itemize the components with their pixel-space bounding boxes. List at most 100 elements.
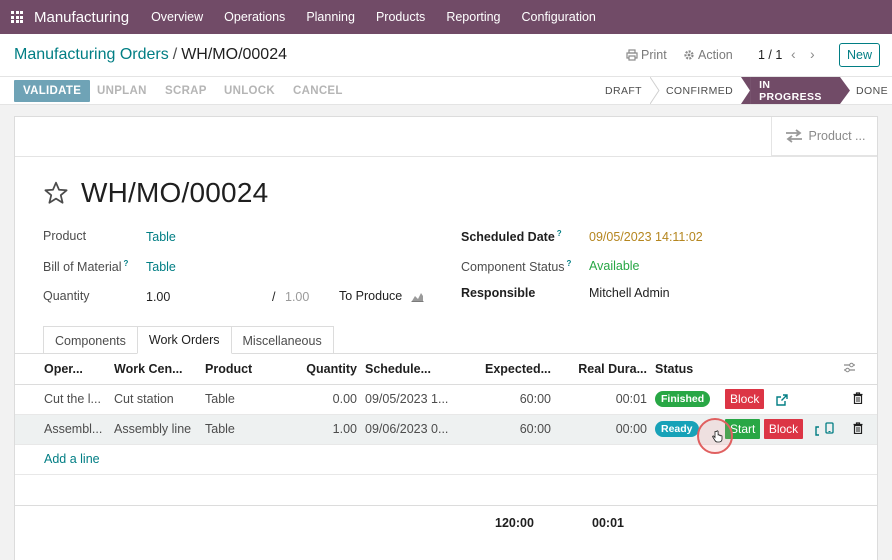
external-link-icon[interactable] xyxy=(776,394,788,406)
pager-next-icon[interactable]: › xyxy=(810,46,815,62)
cell-actions: Block xyxy=(711,384,789,415)
add-line-link[interactable]: Add a line xyxy=(44,452,100,466)
bom-label-text: Bill of Material xyxy=(43,260,122,275)
cell-scheduled[interactable]: 09/05/2023 1... xyxy=(361,384,459,415)
star-icon[interactable] xyxy=(43,180,69,206)
help-tooltip-icon[interactable]: ? xyxy=(557,229,562,238)
scrap-button[interactable]: SCRAP xyxy=(156,80,216,102)
menu-overview[interactable]: Overview xyxy=(151,10,203,24)
apps-menu-icon[interactable] xyxy=(0,0,34,34)
smart-button-label: Product ... xyxy=(808,129,866,143)
notebook-tabs: Components Work Orders Miscellaneous xyxy=(43,326,334,354)
external-link-icon[interactable] xyxy=(814,424,819,436)
product-value[interactable]: Table xyxy=(146,230,176,244)
cell-operation[interactable]: Cut the l... xyxy=(15,384,110,415)
table-row[interactable]: Cut the l... Cut station Table 0.00 09/0… xyxy=(15,384,877,415)
menu-configuration[interactable]: Configuration xyxy=(522,10,596,24)
breadcrumb: Manufacturing Orders / WH/MO/00024 xyxy=(14,46,287,64)
new-button[interactable]: New xyxy=(839,43,880,67)
menu-planning[interactable]: Planning xyxy=(306,10,355,24)
validate-button[interactable]: VALIDATE xyxy=(14,80,91,102)
cell-quantity[interactable]: 0.00 xyxy=(279,384,361,415)
tab-components[interactable]: Components xyxy=(43,326,138,354)
print-button[interactable]: Print xyxy=(626,48,667,62)
column-work-center[interactable]: Work Cen... xyxy=(110,354,201,385)
column-scheduled[interactable]: Schedule... xyxy=(361,354,459,385)
quantity-label: Quantity xyxy=(43,289,90,303)
block-button[interactable]: Block xyxy=(763,419,804,439)
menu-reporting[interactable]: Reporting xyxy=(446,10,500,24)
stage-pipeline: DRAFT CONFIRMED IN PROGRESS DONE xyxy=(591,77,892,104)
stage-done[interactable]: DONE xyxy=(850,77,892,104)
column-spacer xyxy=(711,354,759,385)
cell-tablet xyxy=(819,414,839,445)
cell-operation[interactable]: Assembl... xyxy=(15,414,110,445)
block-button[interactable]: Block xyxy=(725,389,765,409)
cell-quantity[interactable]: 1.00 xyxy=(279,414,361,445)
menu-products[interactable]: Products xyxy=(376,10,425,24)
cell-real-duration[interactable]: 00:01 xyxy=(555,384,651,415)
print-label: Print xyxy=(641,48,667,62)
cell-expected[interactable]: 60:00 xyxy=(459,414,555,445)
cell-scheduled[interactable]: 09/06/2023 0... xyxy=(361,414,459,445)
action-button[interactable]: Action xyxy=(683,48,733,62)
hand-cursor-icon xyxy=(712,430,723,443)
column-spacer xyxy=(789,354,819,385)
cell-add-line: Add a line xyxy=(15,444,877,475)
record-title: WH/MO/00024 xyxy=(81,177,269,208)
column-status[interactable]: Status xyxy=(651,354,711,385)
table-header-row: Oper... Work Cen... Product Quantity Sch… xyxy=(15,354,877,385)
cell-delete xyxy=(839,384,877,415)
help-tooltip-icon[interactable]: ? xyxy=(567,259,572,268)
cell-work-center[interactable]: Cut station xyxy=(110,384,201,415)
status-bar: VALIDATE UNPLAN SCRAP UNLOCK CANCEL DRAF… xyxy=(0,76,892,105)
stage-confirmed[interactable]: CONFIRMED xyxy=(660,77,741,104)
trash-icon[interactable] xyxy=(853,391,863,404)
cell-delete xyxy=(839,414,877,445)
scheduled-date-label: Scheduled Date? xyxy=(461,229,562,244)
smart-button-product[interactable]: Product ... xyxy=(771,117,877,156)
bom-value[interactable]: Table xyxy=(146,260,176,274)
component-status-label: Component Status? xyxy=(461,259,571,274)
cell-expected[interactable]: 60:00 xyxy=(459,384,555,415)
column-product[interactable]: Product xyxy=(201,354,279,385)
column-real-duration[interactable]: Real Dura... xyxy=(555,354,651,385)
optional-columns-toggle[interactable] xyxy=(839,354,877,385)
breadcrumb-parent[interactable]: Manufacturing Orders xyxy=(14,46,169,63)
column-quantity[interactable]: Quantity xyxy=(279,354,361,385)
column-operation[interactable]: Oper... xyxy=(15,354,110,385)
cancel-button[interactable]: CANCEL xyxy=(284,80,352,102)
column-expected[interactable]: Expected... xyxy=(459,354,555,385)
table-row[interactable]: Assembl... Assembly line Table 1.00 09/0… xyxy=(15,414,877,445)
record-title-row: WH/MO/00024 xyxy=(43,177,268,209)
column-spacer xyxy=(819,354,839,385)
app-name[interactable]: Manufacturing xyxy=(34,9,129,26)
help-tooltip-icon[interactable]: ? xyxy=(124,259,129,268)
stage-draft[interactable]: DRAFT xyxy=(591,77,650,104)
header-divider xyxy=(15,156,877,157)
stage-in-progress[interactable]: IN PROGRESS xyxy=(751,77,841,104)
menu-operations[interactable]: Operations xyxy=(224,10,285,24)
unplan-button[interactable]: UNPLAN xyxy=(88,80,156,102)
pager-previous-icon[interactable]: ‹ xyxy=(791,46,796,62)
cell-work-center[interactable]: Assembly line xyxy=(110,414,201,445)
tab-miscellaneous[interactable]: Miscellaneous xyxy=(230,326,334,354)
scheduled-date-value[interactable]: 09/05/2023 14:11:02 xyxy=(589,230,703,244)
stage-arrow-icon xyxy=(741,77,752,104)
stage-divider-icon xyxy=(650,77,660,104)
trash-icon[interactable] xyxy=(853,421,863,434)
responsible-value[interactable]: Mitchell Admin xyxy=(589,286,670,300)
pager-value[interactable]: 1 / 1 xyxy=(758,48,782,62)
forecast-chart-icon[interactable] xyxy=(411,291,424,302)
tab-work-orders[interactable]: Work Orders xyxy=(136,326,232,354)
unlock-button[interactable]: UNLOCK xyxy=(215,80,284,102)
work-orders-table: Oper... Work Cen... Product Quantity Sch… xyxy=(15,354,877,475)
cell-real-duration[interactable]: 00:00 xyxy=(555,414,651,445)
cell-product[interactable]: Table xyxy=(201,384,279,415)
responsible-label: Responsible xyxy=(461,286,536,300)
stage-arrow-tip-icon xyxy=(840,77,851,104)
quantity-field[interactable]: 1.00 xyxy=(146,290,170,304)
tablet-icon[interactable] xyxy=(824,421,834,434)
cell-product[interactable]: Table xyxy=(201,414,279,445)
to-produce-label: To Produce xyxy=(339,289,403,303)
